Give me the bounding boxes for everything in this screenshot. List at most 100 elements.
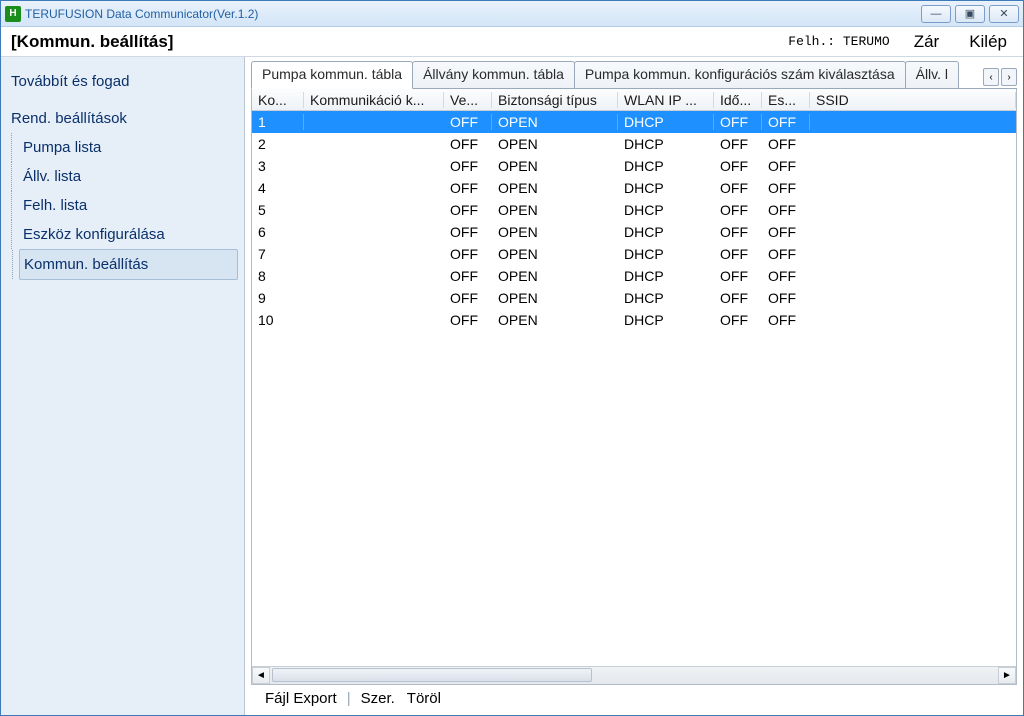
cell-c2: OFF [444,114,492,130]
edit-button[interactable]: Szer. [355,688,401,709]
cell-c0: 3 [252,158,304,174]
window-controls: — ▣ ✕ [921,5,1019,23]
cell-c5: OFF [714,290,762,306]
table-row[interactable]: 1OFFOPENDHCPOFFOFF [252,111,1016,133]
cell-c2: OFF [444,202,492,218]
app-window: H TERUFUSION Data Communicator(Ver.1.2) … [0,0,1024,716]
exit-button[interactable]: Kilép [963,30,1013,54]
cell-c6: OFF [762,246,810,262]
col-header-wlan-ip[interactable]: WLAN IP ... [618,92,714,108]
cell-c3: OPEN [492,180,618,196]
cell-c3: OPEN [492,158,618,174]
cell-c6: OFF [762,268,810,284]
cell-c5: OFF [714,202,762,218]
cell-c3: OPEN [492,114,618,130]
cell-c6: OFF [762,202,810,218]
grid-header-row: Ko... Kommunikáció k... Ve... Biztonsági… [252,89,1016,111]
sidebar-item-pump-list[interactable]: Pumpa lista [19,133,238,162]
cell-c2: OFF [444,158,492,174]
tab-scroll-left-button[interactable]: ‹ [983,68,999,86]
tab-rack-l[interactable]: Állv. l [905,61,959,88]
app-icon: H [5,6,21,22]
cell-c6: OFF [762,290,810,306]
table-row[interactable]: 5OFFOPENDHCPOFFOFF [252,199,1016,221]
file-export-button[interactable]: Fájl Export [259,688,343,709]
table-row[interactable]: 10OFFOPENDHCPOFFOFF [252,309,1016,331]
cell-c4: DHCP [618,268,714,284]
cell-c3: OPEN [492,224,618,240]
scroll-right-icon[interactable]: ► [998,667,1016,684]
scroll-thumb[interactable] [272,668,592,682]
cell-c5: OFF [714,158,762,174]
cell-c4: DHCP [618,114,714,130]
col-header-code[interactable]: Ko... [252,92,304,108]
col-header-time[interactable]: Idő... [714,92,762,108]
sidebar-item-rack-list[interactable]: Állv. lista [19,162,238,191]
grid-body: 1OFFOPENDHCPOFFOFF2OFFOPENDHCPOFFOFF3OFF… [252,111,1016,666]
cell-c3: OPEN [492,312,618,328]
maximize-button[interactable]: ▣ [955,5,985,23]
cell-c6: OFF [762,158,810,174]
cell-c5: OFF [714,268,762,284]
cell-c0: 9 [252,290,304,306]
table-row[interactable]: 4OFFOPENDHCPOFFOFF [252,177,1016,199]
delete-button[interactable]: Töröl [401,688,447,709]
sidebar-group-settings[interactable]: Rend. beállítások [7,104,238,133]
cell-c5: OFF [714,312,762,328]
sidebar-item-user-list[interactable]: Felh. lista [19,191,238,220]
col-header-ve[interactable]: Ve... [444,92,492,108]
cell-c2: OFF [444,180,492,196]
tab-scroll-right-button[interactable]: › [1001,68,1017,86]
cell-c4: DHCP [618,136,714,152]
horizontal-scrollbar[interactable]: ◄ ► [252,666,1016,684]
cell-c5: OFF [714,180,762,196]
tab-rack-comm-table[interactable]: Állvány kommun. tábla [412,61,575,88]
cell-c5: OFF [714,136,762,152]
main-panel: Pumpa kommun. tábla Állvány kommun. tábl… [245,57,1023,715]
cell-c0: 4 [252,180,304,196]
sidebar-group-transfer[interactable]: Továbbít és fogad [7,67,238,96]
sidebar-item-comm-settings[interactable]: Kommun. beállítás [19,249,238,280]
cell-c4: DHCP [618,180,714,196]
header-right: Felh.: TERUMO Zár Kilép [788,30,1013,54]
cell-c0: 6 [252,224,304,240]
col-header-security-type[interactable]: Biztonsági típus [492,92,618,108]
cell-c5: OFF [714,246,762,262]
sidebar: Továbbít és fogad Rend. beállítások Pump… [1,57,245,715]
titlebar: H TERUFUSION Data Communicator(Ver.1.2) … [1,1,1023,27]
cell-c2: OFF [444,224,492,240]
sidebar-item-device-config[interactable]: Eszköz konfigurálása [19,220,238,249]
tabstrip: Pumpa kommun. tábla Állvány kommun. tábl… [251,61,1017,89]
cell-c3: OPEN [492,268,618,284]
tab-pump-config-select[interactable]: Pumpa kommun. konfigurációs szám kiválas… [574,61,906,88]
table-row[interactable]: 8OFFOPENDHCPOFFOFF [252,265,1016,287]
table-row[interactable]: 3OFFOPENDHCPOFFOFF [252,155,1016,177]
close-button[interactable]: Zár [908,30,946,54]
cell-c2: OFF [444,246,492,262]
col-header-ssid[interactable]: SSID [810,92,1016,108]
cell-c6: OFF [762,180,810,196]
footer-toolbar: Fájl Export | Szer. Töröl [251,685,1017,711]
cell-c4: DHCP [618,202,714,218]
cell-c4: DHCP [618,158,714,174]
scroll-left-icon[interactable]: ◄ [252,667,270,684]
cell-c4: DHCP [618,312,714,328]
user-label: Felh.: TERUMO [788,34,889,49]
table-row[interactable]: 2OFFOPENDHCPOFFOFF [252,133,1016,155]
tab-scroll-controls: ‹ › [983,68,1017,88]
sidebar-items: Pumpa lista Állv. lista Felh. lista Eszk… [7,133,238,280]
table-row[interactable]: 7OFFOPENDHCPOFFOFF [252,243,1016,265]
minimize-button[interactable]: — [921,5,951,23]
cell-c4: DHCP [618,290,714,306]
cell-c3: OPEN [492,246,618,262]
tab-pump-comm-table[interactable]: Pumpa kommun. tábla [251,61,413,89]
col-header-comm[interactable]: Kommunikáció k... [304,92,444,108]
cell-c6: OFF [762,312,810,328]
body: Továbbít és fogad Rend. beállítások Pump… [1,57,1023,715]
close-window-button[interactable]: ✕ [989,5,1019,23]
cell-c4: DHCP [618,246,714,262]
cell-c0: 2 [252,136,304,152]
table-row[interactable]: 6OFFOPENDHCPOFFOFF [252,221,1016,243]
table-row[interactable]: 9OFFOPENDHCPOFFOFF [252,287,1016,309]
col-header-es[interactable]: Es... [762,92,810,108]
